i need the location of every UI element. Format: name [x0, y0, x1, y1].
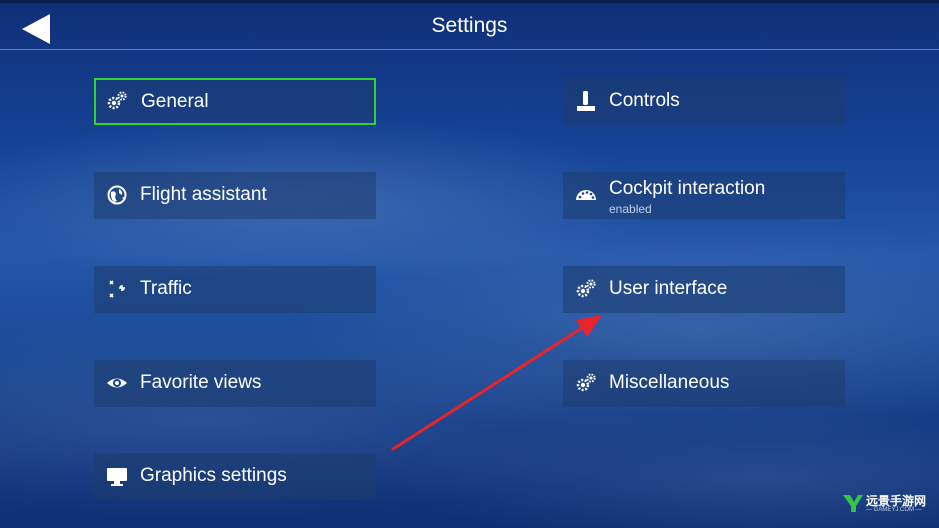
page-title: Settings [431, 14, 508, 37]
menu-item-controls[interactable]: Controls [563, 78, 845, 125]
traffic-planes-icon [109, 280, 125, 298]
menu-item-flight-assistant[interactable]: Flight assistant [94, 172, 376, 219]
monitor-icon [107, 468, 127, 486]
menu-item-user-interface[interactable]: User interface [563, 266, 845, 313]
joystick-icon [577, 91, 595, 111]
menu-item-label: Traffic [140, 278, 192, 299]
menu-item-general[interactable]: General [94, 78, 376, 125]
watermark-url: — GAMEYJ.COM — [866, 507, 922, 513]
eye-icon [107, 378, 127, 388]
menu-item-label: Cockpit interaction [609, 178, 766, 199]
globe-icon [107, 185, 127, 205]
menu-item-label: Miscellaneous [609, 372, 730, 393]
gears-icon [576, 279, 596, 298]
gears-icon [576, 373, 596, 392]
menu-item-label: User interface [609, 278, 728, 299]
menu-item-graphics-settings[interactable]: Graphics settings [94, 453, 376, 500]
menu-item-label: Flight assistant [140, 184, 267, 205]
gears-icon [107, 91, 127, 110]
menu-item-miscellaneous[interactable]: Miscellaneous [563, 360, 845, 407]
settings-screen: Settings General Flight assistant Traffi… [0, 0, 939, 528]
gauge-icon [576, 190, 596, 200]
menu-item-label: Controls [609, 90, 680, 111]
menu-item-traffic[interactable]: Traffic [94, 266, 376, 313]
menu-item-label: General [141, 91, 209, 112]
menu-item-cockpit-interaction[interactable]: Cockpit interaction enabled [563, 172, 845, 219]
header-bar: Settings [0, 0, 939, 50]
menu-item-label: Graphics settings [140, 465, 287, 486]
watermark: 远景手游网 — GAMEYJ.COM — [842, 491, 932, 521]
menu-item-favorite-views[interactable]: Favorite views [94, 360, 376, 407]
watermark-logo-icon [843, 495, 863, 512]
menu-item-label: Favorite views [140, 372, 262, 393]
menu-item-status: enabled [609, 202, 652, 216]
